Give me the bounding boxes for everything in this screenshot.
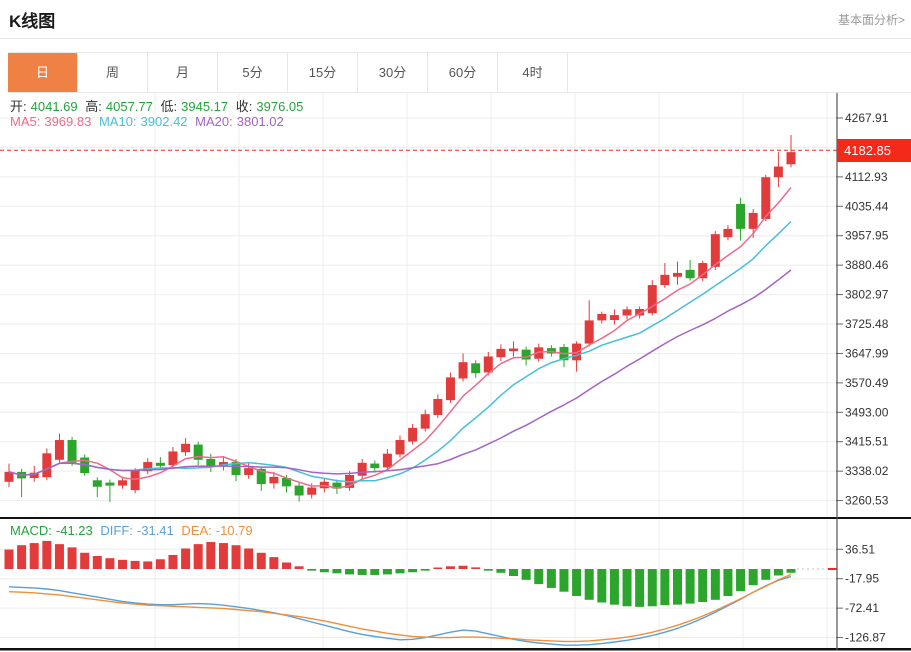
svg-text:36.51: 36.51 bbox=[845, 542, 875, 556]
tab-day[interactable]: 日 bbox=[8, 53, 78, 92]
svg-text:3802.97: 3802.97 bbox=[845, 288, 889, 302]
svg-text:3260.53: 3260.53 bbox=[845, 494, 889, 508]
tab-4hour[interactable]: 4时 bbox=[498, 53, 568, 92]
svg-text:3570.49: 3570.49 bbox=[845, 376, 889, 390]
page-header: K线图 基本面分析> bbox=[0, 0, 911, 39]
current-price-label: 4182.85 bbox=[837, 139, 911, 162]
svg-text:-72.41: -72.41 bbox=[845, 601, 879, 615]
fundamental-analysis-link[interactable]: 基本面分析> bbox=[838, 11, 905, 28]
svg-text:3647.99: 3647.99 bbox=[845, 346, 889, 360]
period-tab-bar: 日 周 月 5分 15分 30分 60分 4时 bbox=[8, 52, 911, 93]
svg-text:3338.02: 3338.02 bbox=[845, 464, 889, 478]
svg-text:4267.91: 4267.91 bbox=[845, 111, 889, 125]
svg-text:3880.46: 3880.46 bbox=[845, 258, 889, 272]
svg-text:3957.95: 3957.95 bbox=[845, 229, 889, 243]
svg-text:4035.44: 4035.44 bbox=[845, 199, 889, 213]
page-title: K线图 bbox=[9, 7, 55, 32]
kline-chart[interactable]: 4267.91 4112.93 4035.44 3957.95 3880.46 3802.… bbox=[0, 92, 911, 652]
svg-text:-17.95: -17.95 bbox=[845, 572, 879, 586]
svg-text:3415.51: 3415.51 bbox=[845, 435, 889, 449]
tab-60min[interactable]: 60分 bbox=[428, 53, 498, 92]
svg-text:4112.93: 4112.93 bbox=[845, 170, 888, 184]
svg-text:3725.48: 3725.48 bbox=[845, 317, 889, 331]
tab-5min[interactable]: 5分 bbox=[218, 53, 288, 92]
tab-month[interactable]: 月 bbox=[148, 53, 218, 92]
svg-text:-126.87: -126.87 bbox=[845, 631, 886, 645]
kline-page: { "header": { "title": "K线图", "link": "基… bbox=[0, 0, 911, 652]
tab-30min[interactable]: 30分 bbox=[358, 53, 428, 92]
svg-text:3493.00: 3493.00 bbox=[845, 405, 889, 419]
tab-15min[interactable]: 15分 bbox=[288, 53, 358, 92]
tab-week[interactable]: 周 bbox=[78, 53, 148, 92]
